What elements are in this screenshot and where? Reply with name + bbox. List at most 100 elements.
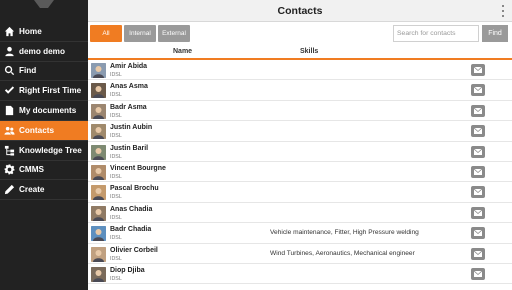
filter-external-button[interactable]: External [158, 25, 190, 42]
mail-button[interactable] [471, 104, 485, 117]
filter-all-button[interactable]: All [90, 25, 122, 42]
avatar [91, 63, 106, 78]
table-row[interactable]: Pascal Brochu IDSL [88, 182, 512, 203]
document-icon [3, 105, 15, 117]
sidebar-item-label: Right First Time [19, 86, 82, 96]
table-row[interactable]: Justin Baril IDSL [88, 142, 512, 162]
contact-name: Vincent Bourgne [110, 164, 166, 172]
sidebar-item-label: Contacts [19, 125, 55, 135]
sidebar-item-label: My documents [19, 106, 77, 116]
filter-bar: All Internal External Find [88, 22, 512, 46]
column-header-skills[interactable]: Skills [300, 48, 318, 55]
contact-name: Amir Abida [110, 63, 148, 70]
contact-skills: Vehicle maintenance, Fitter, High Pressu… [270, 229, 419, 237]
contact-name: Badr Chadia [110, 226, 152, 234]
contact-name: Anas Asma [110, 83, 148, 91]
sidebar-item-find[interactable]: Find [0, 62, 88, 82]
mail-button[interactable] [471, 267, 485, 280]
contact-name: Justin Aubin [110, 124, 153, 132]
title-bar: Contacts [88, 0, 512, 22]
mail-button[interactable] [471, 227, 485, 240]
search-icon [3, 65, 15, 77]
sidebar-item-label: Find [19, 66, 37, 76]
avatar [91, 103, 106, 119]
envelope-icon [474, 250, 482, 257]
table-row[interactable]: Vincent Bourgne IDSL [88, 162, 512, 183]
sidebar-item-cmms[interactable]: CMMS [0, 161, 88, 181]
envelope-icon [474, 189, 482, 196]
mail-button[interactable] [471, 165, 485, 178]
sidebar-item-create[interactable]: Create [0, 180, 88, 201]
contact-company: IDSL [110, 173, 122, 180]
contact-company: IDSL [110, 194, 122, 201]
checkmark-icon [3, 85, 15, 97]
sidebar-item-right-first-time[interactable]: Right First Time [0, 81, 88, 102]
contact-name: Diop Djiba [110, 266, 145, 274]
contact-company: IDSL [110, 255, 122, 262]
sidebar-item-knowledge-tree[interactable]: Knowledge Tree [0, 141, 88, 161]
envelope-icon [474, 87, 482, 94]
sidebar-item-label: Create [19, 185, 45, 195]
mail-button[interactable] [471, 145, 485, 158]
avatar [91, 124, 106, 140]
mail-button[interactable] [471, 64, 485, 76]
mail-button[interactable] [471, 84, 485, 97]
contact-company: IDSL [110, 133, 122, 140]
avatar [91, 226, 106, 242]
app-logo [34, 0, 54, 8]
contact-name: Anas Chadia [110, 205, 153, 213]
contact-skills: Wind Turbines, Aeronautics, Mechanical e… [270, 249, 415, 257]
filter-internal-button[interactable]: Internal [124, 25, 156, 42]
contact-name: Olivier Corbeil [110, 246, 158, 254]
mail-button[interactable] [471, 186, 485, 199]
avatar [91, 164, 106, 180]
envelope-icon [474, 168, 482, 175]
contact-company: IDSL [110, 275, 122, 282]
table-row[interactable]: Diop Djiba IDSL [88, 264, 512, 285]
table-row[interactable]: Anas Chadia IDSL [88, 203, 512, 224]
table-header: Name Skills [88, 46, 512, 60]
gear-icon [3, 164, 15, 176]
contact-company: IDSL [110, 112, 122, 119]
sidebar-item-label: Home [19, 26, 42, 36]
mail-button[interactable] [471, 247, 485, 260]
table-row[interactable]: Badr Chadia IDSL Vehicle maintenance, Fitt… [88, 223, 512, 244]
sidebar-item-label: Knowledge Tree [19, 145, 82, 155]
contact-company: IDSL [110, 72, 122, 78]
sidebar-item-label: CMMS [19, 165, 45, 175]
envelope-icon [474, 148, 482, 155]
envelope-icon [474, 230, 482, 237]
mail-button[interactable] [471, 206, 485, 219]
main-panel: Contacts All Internal External Find Name… [88, 0, 512, 290]
page-title: Contacts [277, 4, 323, 17]
sidebar-item-user[interactable]: demo demo [0, 42, 88, 62]
contact-company: IDSL [110, 92, 122, 99]
find-button[interactable]: Find [482, 25, 508, 42]
mail-button[interactable] [471, 125, 485, 138]
sidebar-item-my-documents[interactable]: My documents [0, 101, 88, 121]
avatar [91, 205, 106, 221]
contact-company: IDSL [110, 235, 122, 242]
overflow-menu-icon[interactable] [502, 5, 505, 17]
avatar [91, 246, 106, 262]
sidebar-item-contacts[interactable]: Contacts [0, 120, 88, 141]
sidebar: Home demo demo Find Right First Time My … [0, 0, 88, 290]
table-row[interactable]: Anas Asma IDSL [88, 80, 512, 101]
envelope-icon [474, 67, 482, 73]
envelope-icon [474, 270, 482, 277]
table-row[interactable]: Olivier Corbeil IDSL Wind Turbines, Aerona… [88, 244, 512, 264]
contact-company: IDSL [110, 153, 122, 160]
sidebar-item-label: demo demo [19, 46, 65, 56]
envelope-icon [474, 107, 482, 114]
sidebar-item-home[interactable]: Home [0, 22, 88, 42]
contact-name: Pascal Brochu [110, 185, 159, 193]
table-row[interactable]: Justin Aubin IDSL [88, 121, 512, 142]
column-header-name[interactable]: Name [173, 48, 192, 55]
avatar [91, 144, 106, 160]
user-icon [3, 45, 15, 57]
table-row[interactable]: Badr Asma IDSL [88, 101, 512, 122]
search-input[interactable] [393, 25, 479, 42]
table-row[interactable]: Amir Abida IDSL [88, 60, 512, 81]
pencil-icon [3, 184, 15, 196]
envelope-icon [474, 209, 482, 216]
